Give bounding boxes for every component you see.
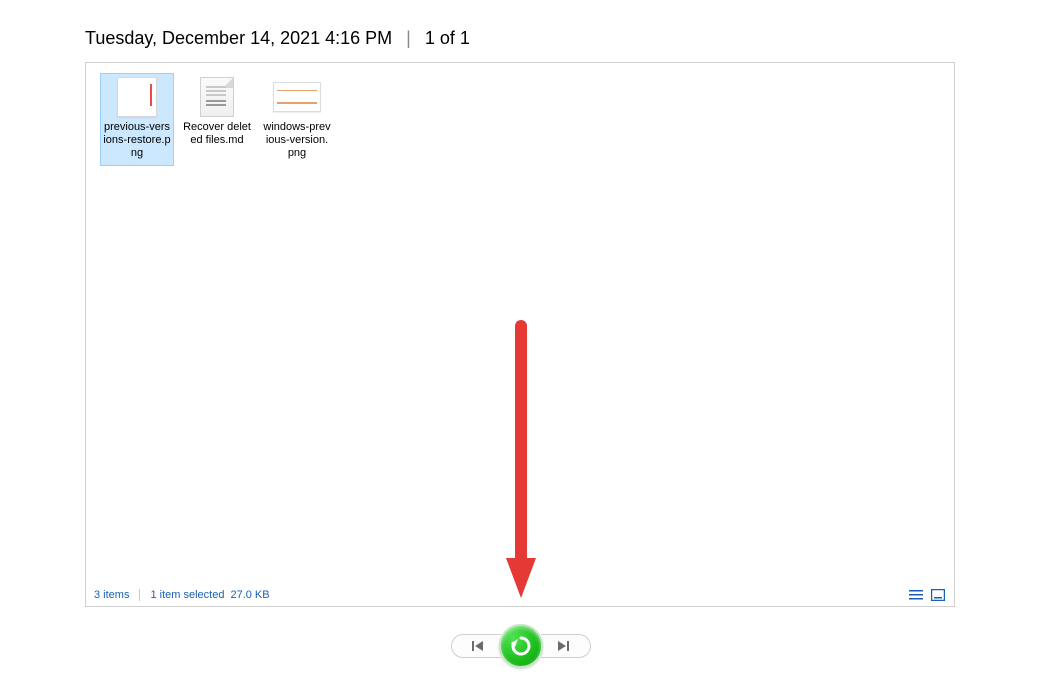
large-icons-view-button[interactable] [930,588,946,602]
file-list: previous-versions-restore.png Recover de… [86,63,954,166]
details-view-button[interactable] [908,588,924,602]
file-label: Recover deleted files.md [183,121,251,147]
image-thumbnail-icon [273,77,321,117]
version-position: 1 of 1 [425,28,470,49]
file-label: previous-versions-restore.png [103,121,171,160]
restore-arrow-icon [509,634,533,658]
header-divider: | [406,28,411,49]
skip-forward-icon [556,640,570,652]
version-timestamp: Tuesday, December 14, 2021 4:16 PM [85,28,392,49]
image-thumbnail-icon [113,77,161,117]
markdown-file-icon [193,77,241,117]
next-version-button[interactable] [541,634,591,658]
file-history-panel: previous-versions-restore.png Recover de… [85,62,955,607]
status-item-count: 3 items [94,589,129,601]
skip-back-icon [471,640,485,652]
file-item[interactable]: previous-versions-restore.png [100,73,174,166]
restore-button[interactable] [499,624,543,668]
file-item[interactable]: Recover deleted files.md [180,73,254,153]
version-header: Tuesday, December 14, 2021 4:16 PM | 1 o… [85,28,470,49]
previous-version-button[interactable] [451,634,501,658]
status-bar: 3 items 1 item selected 27.0 KB [86,584,954,606]
file-item[interactable]: windows-previous-version.png [260,73,334,166]
status-size: 27.0 KB [230,589,269,601]
file-label: windows-previous-version.png [263,121,331,160]
status-selection: 1 item selected [150,589,224,601]
status-separator [139,589,140,601]
history-nav-controls [0,624,1041,668]
